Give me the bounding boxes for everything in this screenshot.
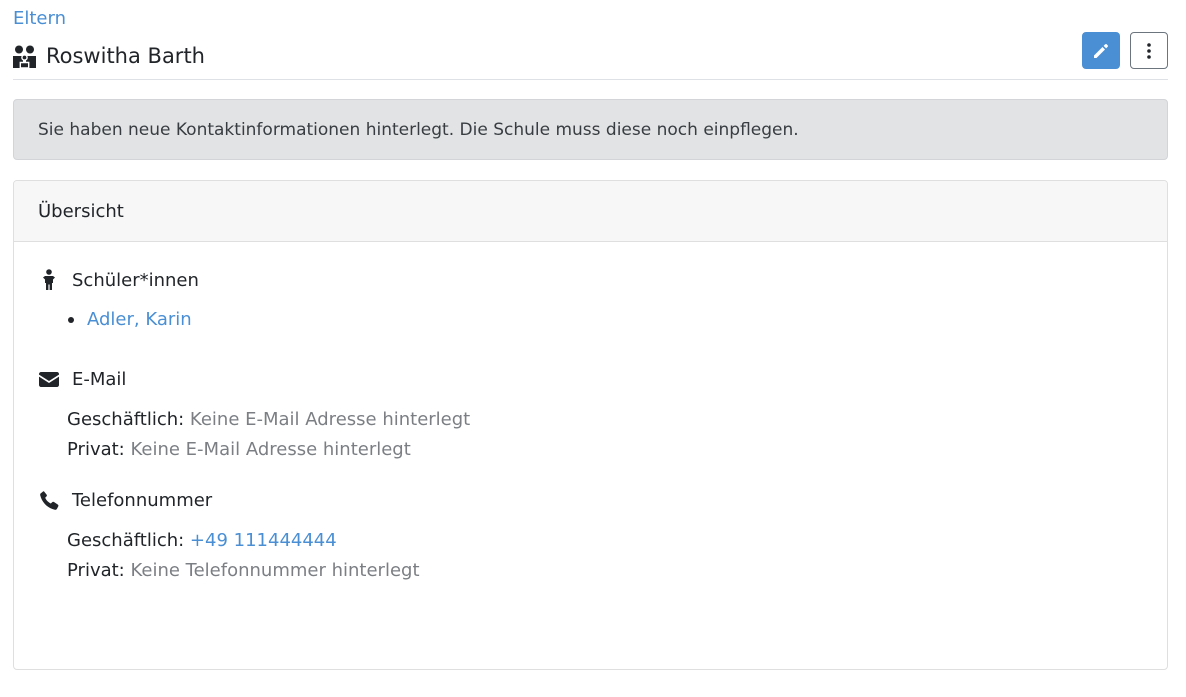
phone-private-value: Keine Telefonnummer hinterlegt [130,560,420,581]
more-options-button[interactable] [1130,32,1168,69]
card-header: Übersicht [14,181,1167,242]
student-link[interactable]: Adler, Karin [87,309,192,330]
email-business-value: Keine E-Mail Adresse hinterlegt [189,409,471,430]
overview-card: Übersicht Schüler*innen Adler, Karin E-M… [13,180,1168,670]
kebab-menu-icon [1146,42,1152,60]
student-list: Adler, Karin [68,309,192,330]
phone-business-label: Geschäftlich: [67,530,185,551]
card-title: Übersicht [38,200,124,222]
title-divider [13,79,1168,80]
page: Eltern Roswitha Barth Sie haben neue Kon… [0,0,1186,697]
students-heading: Schüler*innen [72,269,199,291]
phone-business-link[interactable]: +49 111444444 [190,530,337,551]
pencil-icon [1092,42,1110,60]
alert-text: Sie haben neue Kontaktinformationen hint… [38,119,799,140]
phone-icon [38,489,60,511]
phone-business-line: Geschäftlich: +49 111444444 [67,530,337,551]
edit-button[interactable] [1082,32,1120,69]
email-private-label: Privat: [67,439,125,460]
phone-heading: Telefonnummer [72,489,213,511]
email-business-label: Geschäftlich: [67,409,185,430]
phone-private-line: Privat: Keine Telefonnummer hinterlegt [67,560,420,581]
email-private-line: Privat: Keine E-Mail Adresse hinterlegt [67,439,411,460]
email-heading: E-Mail [72,368,127,390]
phone-private-label: Privat: [67,560,125,581]
users-icon [13,45,36,68]
bullet [68,316,74,323]
breadcrumb-eltern-link[interactable]: Eltern [13,8,66,29]
phone-section-heading: Telefonnummer [38,489,212,511]
page-title-row: Roswitha Barth [13,40,205,72]
info-alert: Sie haben neue Kontaktinformationen hint… [13,99,1168,160]
page-title: Roswitha Barth [46,44,205,68]
email-business-line: Geschäftlich: Keine E-Mail Adresse hinte… [67,409,470,430]
envelope-icon [38,368,60,390]
toolbar [1082,32,1168,69]
students-section-heading: Schüler*innen [38,269,199,291]
list-item: Adler, Karin [68,309,192,330]
email-private-value: Keine E-Mail Adresse hinterlegt [130,439,411,460]
child-icon [38,269,60,291]
email-section-heading: E-Mail [38,368,126,390]
